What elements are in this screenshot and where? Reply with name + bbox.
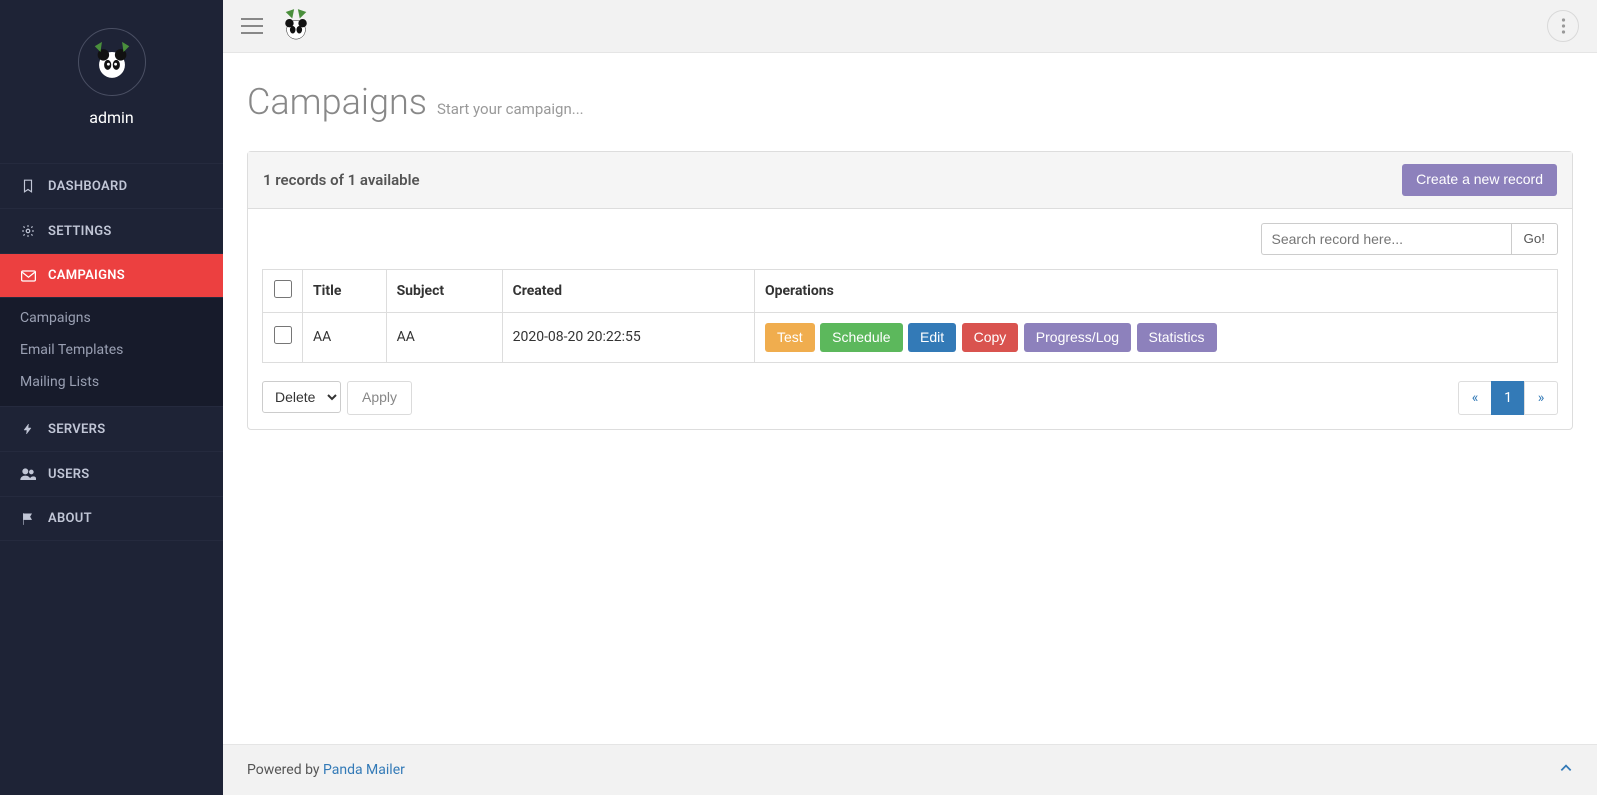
- content-wrapper: Campaigns Start your campaign... 1 recor…: [223, 0, 1597, 795]
- sidebar: admin DASHBOARD SETTINGS CAMPAIGNS: [0, 0, 223, 795]
- footer: Powered by Panda Mailer: [223, 744, 1597, 795]
- nav-label: SETTINGS: [48, 224, 112, 239]
- chevron-up-icon: [1559, 761, 1573, 775]
- sidebar-item-dashboard[interactable]: DASHBOARD: [0, 163, 223, 208]
- page: Campaigns Start your campaign... 1 recor…: [223, 53, 1597, 744]
- create-record-button[interactable]: Create a new record: [1402, 164, 1557, 196]
- op-schedule-button[interactable]: Schedule: [820, 323, 902, 353]
- page-subtitle: Start your campaign...: [437, 100, 584, 118]
- footer-brand-link[interactable]: Panda Mailer: [323, 762, 405, 778]
- footer-text: Powered by Panda Mailer: [247, 762, 405, 778]
- bookmark-icon: [20, 179, 36, 193]
- page-title: Campaigns: [247, 81, 427, 123]
- nav-label: SERVERS: [48, 422, 105, 437]
- page-next[interactable]: »: [1524, 381, 1558, 415]
- powered-by: Powered by: [247, 762, 323, 778]
- table-row: AA AA 2020-08-20 20:22:55 Test Schedule …: [263, 312, 1558, 363]
- op-edit-button[interactable]: Edit: [908, 323, 956, 353]
- sidebar-item-users[interactable]: USERS: [0, 451, 223, 496]
- bolt-icon: [20, 422, 36, 436]
- panel-footer-row: Delete Apply « 1 »: [262, 381, 1558, 415]
- op-progress-button[interactable]: Progress/Log: [1024, 323, 1131, 353]
- nav-label: DASHBOARD: [48, 179, 127, 194]
- username: admin: [0, 108, 223, 127]
- page-title-wrap: Campaigns Start your campaign...: [247, 81, 1573, 123]
- op-statistics-button[interactable]: Statistics: [1137, 323, 1217, 353]
- cell-operations: Test Schedule Edit Copy Progress/Log Sta…: [754, 312, 1557, 363]
- envelope-icon: [20, 270, 36, 282]
- sidebar-nav: DASHBOARD SETTINGS CAMPAIGNS: [0, 163, 223, 298]
- gear-icon: [20, 224, 36, 238]
- cell-title: AA: [303, 312, 387, 363]
- row-checkbox[interactable]: [274, 326, 292, 344]
- records-text: 1 records of 1 available: [263, 171, 420, 189]
- kebab-icon: [1561, 18, 1566, 34]
- nav-label: ABOUT: [48, 511, 92, 526]
- page-1[interactable]: 1: [1491, 381, 1525, 415]
- select-all-checkbox[interactable]: [274, 280, 292, 298]
- search-input[interactable]: [1261, 223, 1511, 255]
- op-copy-button[interactable]: Copy: [962, 323, 1019, 353]
- hamburger-button[interactable]: [241, 18, 263, 34]
- flag-icon: [20, 512, 36, 526]
- search-bar: Go!: [262, 223, 1558, 255]
- profile-block: admin: [0, 0, 223, 145]
- col-created: Created: [502, 269, 754, 312]
- subnav-mailing-lists[interactable]: Mailing Lists: [0, 366, 223, 398]
- avatar: [78, 28, 146, 96]
- bulk-action-select[interactable]: Delete: [262, 381, 341, 413]
- campaigns-subnav: Campaigns Email Templates Mailing Lists: [0, 298, 223, 406]
- apply-button[interactable]: Apply: [347, 381, 412, 415]
- nav-label: CAMPAIGNS: [48, 268, 125, 283]
- col-title: Title: [303, 269, 387, 312]
- cell-subject: AA: [386, 312, 502, 363]
- sidebar-item-about[interactable]: ABOUT: [0, 496, 223, 541]
- pagination: « 1 »: [1459, 381, 1558, 415]
- more-button[interactable]: [1547, 10, 1579, 42]
- campaigns-table: Title Subject Created Operations: [262, 269, 1558, 364]
- sidebar-nav-lower: SERVERS USERS ABOUT: [0, 406, 223, 541]
- page-prev[interactable]: «: [1458, 381, 1492, 415]
- header-checkbox-cell: [263, 269, 303, 312]
- sidebar-item-settings[interactable]: SETTINGS: [0, 208, 223, 253]
- subnav-campaigns[interactable]: Campaigns: [0, 302, 223, 334]
- panda-icon: [89, 39, 135, 85]
- panel: 1 records of 1 available Create a new re…: [247, 151, 1573, 430]
- sidebar-item-servers[interactable]: SERVERS: [0, 406, 223, 451]
- panel-body: Go! Title Subject Created Operat: [248, 209, 1572, 430]
- panel-heading: 1 records of 1 available Create a new re…: [248, 152, 1572, 209]
- search-go-button[interactable]: Go!: [1511, 223, 1558, 255]
- scroll-top-button[interactable]: [1559, 761, 1573, 779]
- cell-created: 2020-08-20 20:22:55: [502, 312, 754, 363]
- sidebar-item-campaigns[interactable]: CAMPAIGNS: [0, 253, 223, 298]
- col-operations: Operations: [754, 269, 1557, 312]
- bulk-action: Delete Apply: [262, 381, 412, 415]
- col-subject: Subject: [386, 269, 502, 312]
- topbar: [223, 0, 1597, 53]
- nav-label: USERS: [48, 467, 90, 482]
- brand-logo[interactable]: [281, 8, 311, 44]
- users-icon: [20, 467, 36, 481]
- op-test-button[interactable]: Test: [765, 323, 815, 353]
- subnav-email-templates[interactable]: Email Templates: [0, 334, 223, 366]
- row-checkbox-cell: [263, 312, 303, 363]
